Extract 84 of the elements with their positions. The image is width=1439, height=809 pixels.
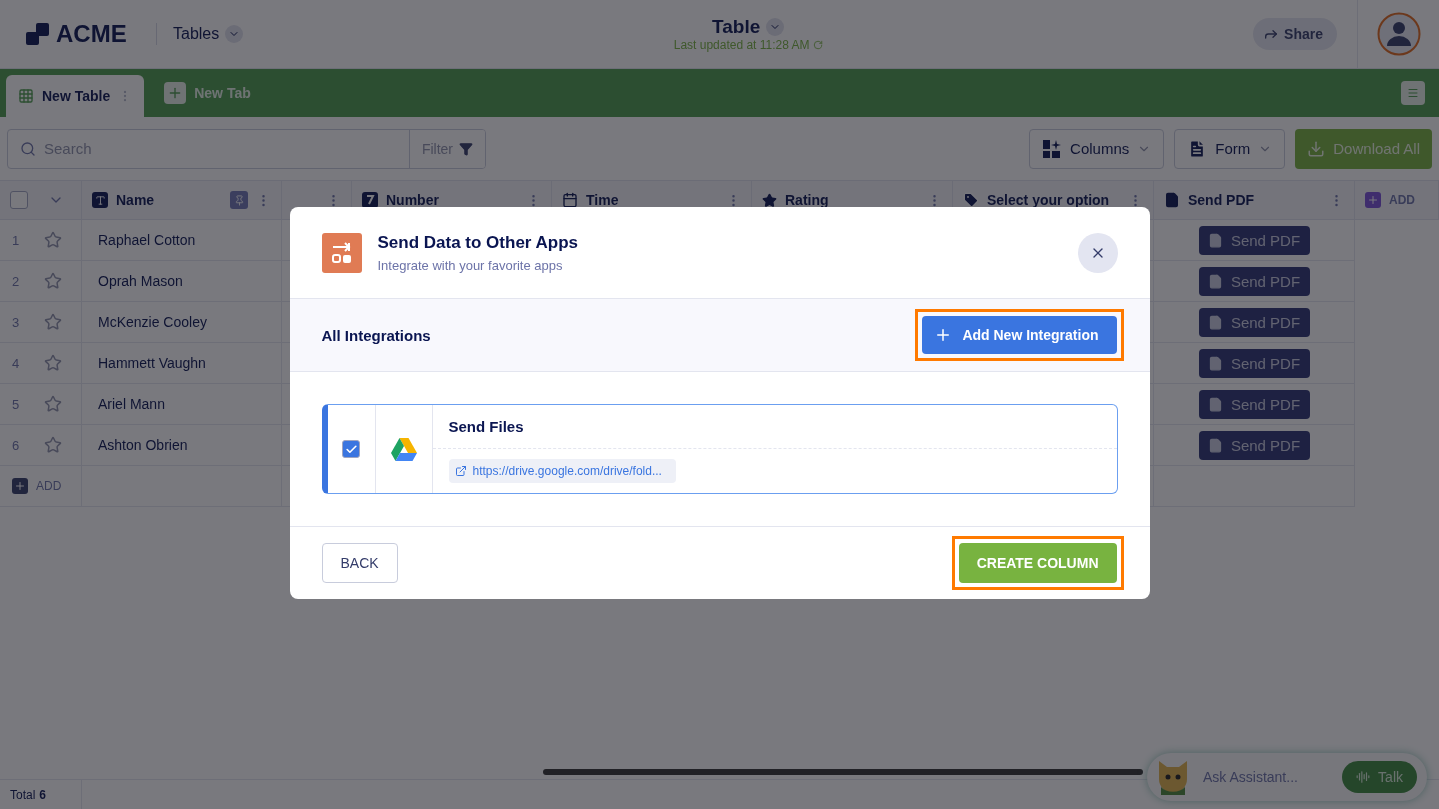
check-icon	[344, 442, 358, 456]
file-icon	[1207, 355, 1223, 371]
file-icon	[1207, 273, 1223, 289]
table-cell: McKenzie Cooley	[82, 302, 282, 343]
send-pdf-button[interactable]: Send PDF	[1198, 389, 1310, 419]
table-cell: Hammett Vaughn	[82, 343, 282, 384]
send-pdf-button[interactable]: Send PDF	[1198, 430, 1310, 460]
logo-text: ACME	[56, 20, 127, 48]
add-row-button[interactable]: ADD	[12, 478, 62, 494]
table-grid-icon	[18, 88, 34, 104]
tab[interactable]: New Tab	[152, 72, 263, 114]
menu-button[interactable]	[1401, 81, 1425, 105]
form-button[interactable]: Form	[1174, 128, 1286, 169]
row-number: 1	[12, 232, 21, 248]
back-button[interactable]: BACK	[321, 543, 398, 583]
user-avatar[interactable]	[1376, 12, 1421, 56]
plus-icon	[164, 82, 187, 104]
star-icon	[762, 192, 777, 208]
text-type-icon	[92, 192, 108, 208]
scrollbar[interactable]	[543, 769, 1143, 775]
dialog-title: Send Data to Other Apps	[377, 232, 580, 253]
file-icon	[1164, 192, 1180, 208]
columns-grid-icon	[1042, 138, 1063, 159]
star-icon[interactable]	[44, 395, 62, 413]
external-link-icon	[454, 465, 467, 477]
plus-icon	[1365, 192, 1381, 208]
table-cell: Ariel Mann	[82, 384, 282, 425]
pin-glyph-icon	[233, 194, 245, 206]
send-pdf-button[interactable]: Send PDF	[1198, 225, 1310, 255]
row-number: 5	[12, 396, 21, 412]
integration-icon	[321, 232, 362, 273]
drive-folder-link[interactable]: https://drive.google.com/drive/fold...	[448, 459, 676, 483]
column-header[interactable]: Send PDF	[1154, 180, 1355, 220]
column-header[interactable]: Name	[82, 180, 282, 220]
create-column-button[interactable]: CREATE COLUMN	[958, 543, 1117, 583]
download-icon	[1307, 139, 1326, 158]
tables-dropdown[interactable]: Tables	[156, 23, 244, 45]
calendar-icon	[562, 192, 578, 208]
file-icon	[1207, 396, 1223, 412]
drive-logo-icon	[390, 437, 417, 461]
total-count: 6	[39, 787, 47, 802]
last-updated-text: Last updated at 11:28 AM	[673, 38, 810, 52]
refresh-icon[interactable]	[812, 40, 823, 50]
dialog-subtitle: Integrate with your favorite apps	[377, 257, 564, 273]
search-icon	[20, 140, 36, 157]
total-label: Total	[10, 787, 36, 802]
table-title: Table	[712, 16, 761, 38]
chevron-down-icon[interactable]	[766, 18, 785, 36]
download-all-button[interactable]: Download All	[1295, 128, 1432, 169]
sound-wave-icon	[1356, 770, 1371, 784]
file-icon	[1207, 232, 1223, 248]
add-new-integration-button[interactable]: Add New Integration	[922, 316, 1117, 354]
star-icon[interactable]	[44, 313, 62, 331]
send-pdf-button[interactable]: Send PDF	[1198, 348, 1310, 378]
chevron-down-icon	[225, 25, 244, 43]
logo[interactable]: ACME	[26, 20, 156, 48]
integration-checkbox[interactable]	[342, 440, 360, 458]
columns-button[interactable]: Columns	[1029, 128, 1165, 169]
pin-icon[interactable]	[230, 191, 248, 209]
select-all-checkbox[interactable]	[10, 191, 28, 209]
table-cell: Oprah Mason	[82, 261, 282, 302]
share-button[interactable]: Share	[1253, 18, 1337, 50]
file-icon	[1207, 437, 1223, 453]
talk-button[interactable]: Talk	[1342, 761, 1417, 793]
table-cell: Ashton Obrien	[82, 425, 282, 466]
row-number: 2	[12, 273, 21, 289]
star-icon[interactable]	[44, 354, 62, 372]
send-pdf-button[interactable]: Send PDF	[1198, 266, 1310, 296]
row-number: 6	[12, 437, 21, 453]
section-title: All Integrations	[321, 326, 432, 344]
star-icon[interactable]	[44, 231, 62, 249]
plus-icon	[12, 478, 28, 494]
tab[interactable]: New Table	[6, 75, 145, 117]
star-icon[interactable]	[44, 436, 62, 454]
row-number: 4	[12, 355, 21, 371]
send-pdf-button[interactable]: Send PDF	[1198, 307, 1310, 337]
integration-name: Send Files	[432, 405, 1117, 449]
row-number: 3	[12, 314, 21, 330]
table-cell: Raphael Cotton	[82, 220, 282, 261]
file-icon	[1207, 314, 1223, 330]
star-icon[interactable]	[44, 272, 62, 290]
ask-assistant-field[interactable]: Ask Assistant...	[1203, 769, 1333, 785]
filter-icon	[459, 141, 473, 156]
logo-icon	[26, 22, 52, 46]
